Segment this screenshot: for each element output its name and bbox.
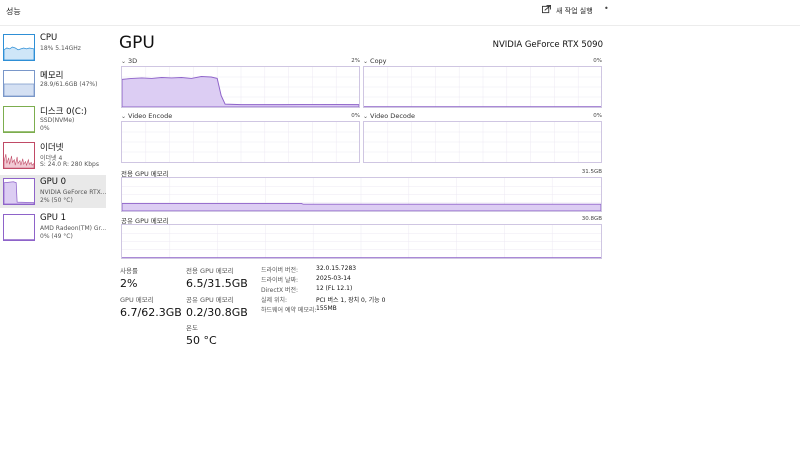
sidebar-item-detail: 28.9/61.6GB (47%) [40,81,98,88]
usage-value: 2% [120,277,138,290]
gpu-memory-value: 6.7/62.3GB [120,306,182,319]
chevron-down-icon: ⌄ [363,57,369,65]
memory-thumbnail-graph [3,70,35,97]
info-value: PCI 버스 1, 장치 0, 기능 0 [316,297,386,304]
sidebar-item-memory[interactable]: 메모리 28.9/61.6GB (47%) [0,67,106,100]
sidebar-item-ethernet[interactable]: 이더넷 이더넷 4 S: 24.0 R: 280 Kbps [0,139,106,172]
graph-grid [364,67,601,107]
sidebar-item-label: 이더넷 [40,143,64,153]
graph-video-encode-selector[interactable]: ⌄ Video Encode [121,112,172,120]
info-value: 12 (FL 12.1) [316,285,353,292]
graph-video-decode-max: 0% [593,113,602,119]
usage-label: 사용률 [120,267,138,275]
sidebar-item-gpu-1[interactable]: GPU 1 AMD Radeon(TM) Gr... 0% (49 °C) [0,211,106,244]
info-key: DirectX 버전: [261,287,299,294]
dedicated-memory-graph-max: 31.5GB [581,169,602,175]
temperature-value: 50 °C [186,334,217,347]
gpu1-thumbnail-graph [3,214,35,241]
temperature-label: 온도 [186,324,198,332]
dedicated-memory-value: 6.5/31.5GB [186,277,248,290]
graph-grid [122,122,359,162]
gpu0-thumbnail-graph [3,178,35,205]
sidebar-item-detail: SSD(NVMe) [40,117,75,124]
shared-memory-stat: 공유 GPU 메모리 0.2/30.8GB [186,294,248,319]
sidebar-item-detail: S: 24.0 R: 280 Kbps [40,161,99,168]
title-bar: 성능 새 작업 실행 • [0,0,800,26]
page-heading: GPU [119,33,155,53]
shared-memory-graph [121,224,602,259]
gpu-memory-stat: GPU 메모리 6.7/62.3GB [120,294,182,319]
shared-memory-graph-max: 30.8GB [581,216,602,222]
graph-3d-label: 3D [128,57,138,65]
dedicated-memory-label: 전용 GPU 메모리 [186,267,234,275]
info-key: 드라이버 버전: [261,267,299,274]
run-task-label: 새 작업 실행 [556,6,593,15]
dedicated-memory-graph [121,177,602,212]
graph-3d [121,66,360,108]
cpu-thumbnail-graph [3,34,35,61]
more-options-button[interactable]: • [604,4,609,13]
graph-copy-label: Copy [370,57,387,65]
gpu-stats-panel: 사용률 2% GPU 메모리 6.7/62.3GB 전용 GPU 메모리 6.5… [120,265,600,355]
info-value: 2025-03-14 [316,275,351,282]
dedicated-memory-usage-area [122,202,601,211]
graph-3d-max: 2% [351,58,360,64]
shared-memory-value: 0.2/30.8GB [186,306,248,319]
info-key: 실제 위치: [261,297,288,304]
temperature-stat: 온도 50 °C [186,322,217,347]
sidebar-item-cpu[interactable]: CPU 18% 5.14GHz [0,31,106,64]
sidebar-item-label: GPU 1 [40,213,67,223]
graph-video-encode-max: 0% [351,113,360,119]
graph-video-encode [121,121,360,163]
sidebar-item-detail: 0% (49 °C) [40,233,73,240]
info-key: 하드웨어 예약 메모리: [261,307,317,314]
graph-3d-usage-area [122,76,359,107]
run-new-task-button[interactable]: 새 작업 실행 [542,5,593,16]
sidebar-item-gpu-0[interactable]: GPU 0 NVIDIA GeForce RTX... 2% (50 °C) [0,175,106,208]
graph-grid [364,122,601,162]
sidebar-item-label: 디스크 0(C:) [40,107,88,117]
sidebar-item-detail: 2% (50 °C) [40,197,73,204]
usage-stat: 사용률 2% [120,265,138,290]
sidebar-item-label: CPU [40,33,58,43]
chevron-down-icon: ⌄ [363,112,369,120]
info-value: 155MB [316,305,337,312]
page-title: 성능 [6,7,21,16]
sidebar-item-disk[interactable]: 디스크 0(C:) SSD(NVMe) 0% [0,103,106,136]
chevron-down-icon: ⌄ [121,112,127,120]
graph-copy-max: 0% [593,58,602,64]
graph-grid [122,225,601,258]
shared-memory-label: 공유 GPU 메모리 [186,296,234,304]
gpu-memory-label: GPU 메모리 [120,296,154,304]
graph-video-decode [363,121,602,163]
graph-video-decode-label: Video Decode [370,112,415,120]
ethernet-thumbnail-graph [3,142,35,169]
sidebar-item-detail: NVIDIA GeForce RTX... [40,189,106,196]
disk-thumbnail-graph [3,106,35,133]
dedicated-memory-stat: 전용 GPU 메모리 6.5/31.5GB [186,265,248,290]
sidebar-item-detail: AMD Radeon(TM) Gr... [40,225,106,232]
sidebar-item-label: GPU 0 [40,177,67,187]
sidebar-item-detail: 0% [40,125,50,132]
gpu-model-name: NVIDIA GeForce RTX 5090 [492,40,603,50]
graph-copy-selector[interactable]: ⌄ Copy [363,57,387,65]
graph-video-encode-label: Video Encode [128,112,173,120]
info-value: 32.0.15.7283 [316,265,357,272]
graph-copy [363,66,602,108]
run-task-icon [542,5,551,16]
performance-sidebar: CPU 18% 5.14GHz 메모리 28.9/61.6GB (47%) 디스… [0,31,106,247]
info-key: 드라이버 날짜: [261,277,299,284]
sidebar-item-label: 메모리 [40,71,64,81]
graph-video-decode-selector[interactable]: ⌄ Video Decode [363,112,415,120]
graph-3d-selector[interactable]: ⌄ 3D [121,57,137,65]
chevron-down-icon: ⌄ [121,57,127,65]
sidebar-item-detail: 18% 5.14GHz [40,45,81,52]
